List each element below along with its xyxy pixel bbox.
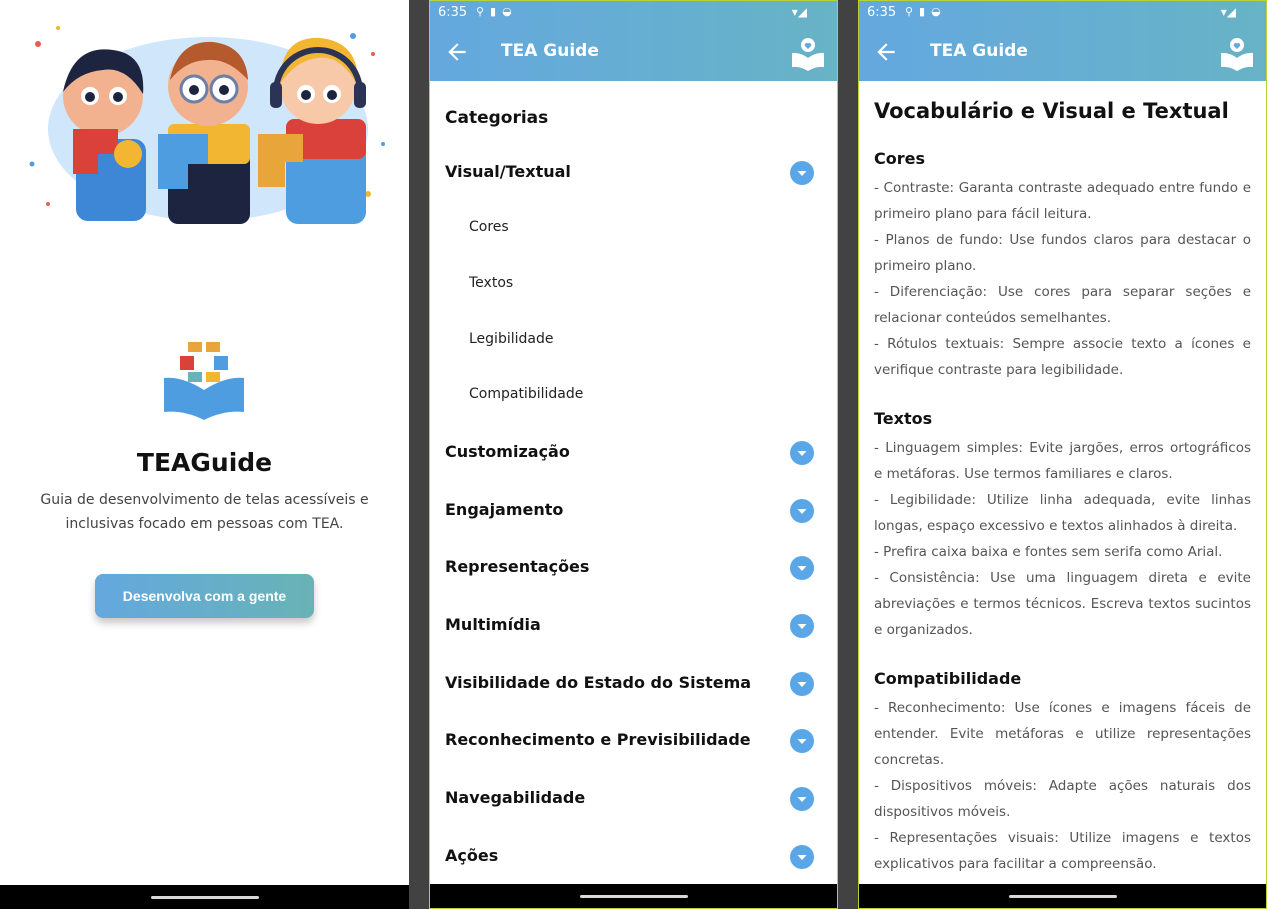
system-nav-bar bbox=[0, 885, 409, 909]
categories-screen: 6:35 ⚲▮◒ ▾◢ TEA Guide Categorias Visual/… bbox=[429, 0, 838, 909]
guideline-item: - Planos de fundo: Use fundos claros par… bbox=[874, 232, 1251, 274]
detail-screen: 6:35 ⚲▮◒ ▾◢ TEA Guide Vocabulário e Visu… bbox=[858, 0, 1267, 909]
category-multimidia[interactable]: Multimídia bbox=[430, 603, 837, 649]
guideline-item: - Linguagem simples: Evite jargões, erro… bbox=[874, 440, 1251, 482]
notification-icons: ⚲▮◒ bbox=[905, 5, 947, 18]
categories-heading: Categorias bbox=[445, 108, 549, 128]
expand-chevron-icon[interactable] bbox=[790, 499, 814, 523]
category-label: Visual/Textual bbox=[445, 162, 571, 181]
notification-icons: ⚲▮◒ bbox=[476, 5, 518, 18]
guideline-item: - Prefira caixa baixa e fontes sem serif… bbox=[874, 544, 1223, 560]
subcategory-legibilidade[interactable]: Legibilidade bbox=[430, 319, 837, 363]
subcategory-label: Cores bbox=[469, 219, 509, 235]
children-puzzle-illustration bbox=[29, 26, 385, 224]
section-body-compatibilidade: - Reconhecimento: Use ícones e imagens f… bbox=[874, 695, 1251, 877]
system-nav-bar bbox=[430, 884, 837, 908]
develop-with-us-button[interactable]: Desenvolva com a gente bbox=[95, 574, 314, 618]
expand-chevron-icon[interactable] bbox=[790, 672, 814, 696]
back-arrow-icon[interactable] bbox=[873, 39, 899, 65]
category-visibilidade[interactable]: Visibilidade do Estado do Sistema bbox=[430, 661, 837, 707]
app-bar: 6:35 ⚲▮◒ ▾◢ TEA Guide bbox=[430, 1, 837, 81]
app-bar: 6:35 ⚲▮◒ ▾◢ TEA Guide bbox=[859, 1, 1266, 81]
expand-chevron-icon[interactable] bbox=[790, 787, 814, 811]
app-description: Guia de desenvolvimento de telas acessív… bbox=[40, 492, 369, 532]
guideline-item: - Diferenciação: Use cores para separar … bbox=[874, 284, 1251, 326]
guideline-item: - Contraste: Garanta contraste adequado … bbox=[874, 180, 1251, 222]
home-gesture-pill[interactable] bbox=[1008, 895, 1117, 898]
system-nav-bar bbox=[859, 884, 1266, 908]
category-label: Representações bbox=[445, 557, 590, 576]
app-bar-title: TEA Guide bbox=[930, 41, 1028, 61]
category-visual-textual[interactable]: Visual/Textual bbox=[430, 150, 837, 196]
guideline-item: - Dispositivos móveis: Adapte ações natu… bbox=[874, 778, 1251, 820]
teaguide-header-logo-icon bbox=[1221, 38, 1253, 71]
category-navegabilidade[interactable]: Navegabilidade bbox=[430, 776, 837, 822]
section-body-textos: - Linguagem simples: Evite jargões, erro… bbox=[874, 435, 1251, 643]
subcategory-label: Legibilidade bbox=[469, 331, 554, 347]
category-engajamento[interactable]: Engajamento bbox=[430, 488, 837, 534]
splash-screen: TEAGuide Guia de desenvolvimento de tela… bbox=[0, 0, 409, 909]
guideline-item: - Legibilidade: Utilize linha adequada, … bbox=[874, 492, 1251, 534]
signal-icon: ▾◢ bbox=[791, 5, 807, 19]
home-gesture-pill[interactable] bbox=[579, 895, 688, 898]
section-title-compatibilidade: Compatibilidade bbox=[874, 669, 1022, 688]
section-title-cores: Cores bbox=[874, 149, 925, 168]
app-bar-title: TEA Guide bbox=[501, 41, 599, 61]
category-representacoes[interactable]: Representações bbox=[430, 545, 837, 591]
expand-chevron-icon[interactable] bbox=[790, 556, 814, 580]
category-reconhecimento[interactable]: Reconhecimento e Previsibilidade bbox=[430, 718, 837, 764]
category-label: Navegabilidade bbox=[445, 788, 586, 807]
section-body-cores: - Contraste: Garanta contraste adequado … bbox=[874, 175, 1251, 383]
category-label: Reconhecimento e Previsibilidade bbox=[445, 730, 751, 749]
subcategory-cores[interactable]: Cores bbox=[430, 207, 837, 251]
section-title-textos: Textos bbox=[874, 409, 933, 428]
subcategory-textos[interactable]: Textos bbox=[430, 263, 837, 307]
expand-chevron-icon[interactable] bbox=[790, 729, 814, 753]
category-label: Customização bbox=[445, 442, 570, 461]
teaguide-header-logo-icon bbox=[792, 38, 824, 71]
home-gesture-pill[interactable] bbox=[150, 896, 259, 899]
guideline-item: - Reconhecimento: Use ícones e imagens f… bbox=[874, 700, 1251, 768]
expand-chevron-icon[interactable] bbox=[790, 614, 814, 638]
teaguide-logo bbox=[164, 342, 244, 420]
category-label: Visibilidade do Estado do Sistema bbox=[445, 673, 752, 692]
signal-icon: ▾◢ bbox=[1220, 5, 1236, 19]
back-arrow-icon[interactable] bbox=[444, 39, 470, 65]
app-name: TEAGuide bbox=[136, 448, 273, 477]
category-label: Multimídia bbox=[445, 615, 541, 634]
expand-chevron-icon[interactable] bbox=[790, 161, 814, 185]
category-label: Engajamento bbox=[445, 500, 564, 519]
status-time: 6:35 bbox=[438, 5, 468, 20]
subcategory-compatibilidade[interactable]: Compatibilidade bbox=[430, 374, 837, 418]
expand-chevron-icon[interactable] bbox=[790, 845, 814, 869]
guideline-item: - Rótulos textuais: Sempre associe texto… bbox=[874, 336, 1251, 378]
subcategory-label: Textos bbox=[469, 275, 514, 291]
guideline-item: - Representações visuais: Utilize imagen… bbox=[874, 830, 1251, 872]
detail-title: Vocabulário e Visual e Textual bbox=[874, 99, 1229, 123]
status-bar: 6:35 ⚲▮◒ ▾◢ bbox=[867, 5, 1258, 23]
expand-chevron-icon[interactable] bbox=[790, 441, 814, 465]
status-bar: 6:35 ⚲▮◒ ▾◢ bbox=[438, 5, 829, 23]
category-customizacao[interactable]: Customização bbox=[430, 430, 837, 476]
category-acoes[interactable]: Ações bbox=[430, 834, 837, 880]
status-time: 6:35 bbox=[867, 5, 897, 20]
subcategory-label: Compatibilidade bbox=[469, 386, 584, 402]
category-label: Ações bbox=[445, 846, 499, 865]
guideline-item: - Consistência: Use uma linguagem direta… bbox=[874, 570, 1251, 638]
